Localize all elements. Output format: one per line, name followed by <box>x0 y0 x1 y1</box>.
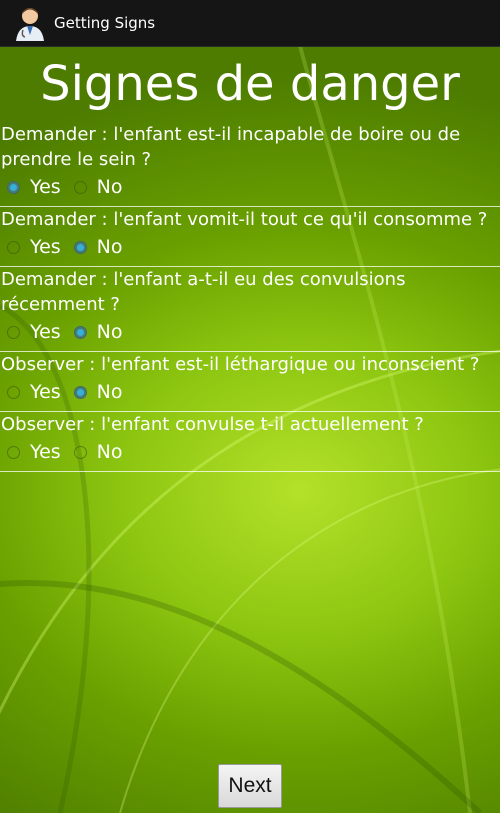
app-title: Getting Signs <box>54 14 156 32</box>
radio-group: Yes No <box>0 232 500 262</box>
radio-yes[interactable] <box>7 445 20 459</box>
radio-no[interactable] <box>73 240 87 254</box>
radio-group: Yes No <box>0 437 500 467</box>
radio-no-label[interactable]: No <box>97 176 123 198</box>
question-text: Demander : l'enfant a-t-il eu des convul… <box>1 269 406 315</box>
radio-no[interactable] <box>73 180 87 194</box>
next-button[interactable]: Next <box>218 764 282 808</box>
radio-yes[interactable] <box>7 385 20 399</box>
radio-no-label[interactable]: No <box>97 381 123 403</box>
question-item: Demander : l'enfant est-il incapable de … <box>0 122 500 207</box>
radio-group: Yes No <box>0 377 500 407</box>
radio-yes-label[interactable]: Yes <box>30 321 61 343</box>
radio-no-label[interactable]: No <box>97 236 123 258</box>
question-text: Observer : l'enfant est-il léthargique o… <box>1 354 480 375</box>
question-text: Observer : l'enfant convulse t-il actuel… <box>1 414 424 435</box>
doctor-avatar-icon[interactable] <box>10 3 50 43</box>
action-bar: Getting Signs <box>0 0 500 47</box>
radio-no[interactable] <box>73 325 87 339</box>
page-title: Signes de danger <box>40 56 460 112</box>
question-text: Demander : l'enfant est-il incapable de … <box>1 124 461 170</box>
radio-group: Yes No <box>0 172 500 202</box>
question-item: Demander : l'enfant a-t-il eu des convul… <box>0 267 500 352</box>
danger-signs-form: Signes de danger Demander : l'enfant est… <box>0 46 500 472</box>
radio-yes-label[interactable]: Yes <box>30 176 61 198</box>
radio-no-label[interactable]: No <box>97 321 123 343</box>
radio-group: Yes No <box>0 317 500 347</box>
radio-yes[interactable] <box>7 325 20 339</box>
question-item: Observer : l'enfant est-il léthargique o… <box>0 352 500 412</box>
radio-yes-label[interactable]: Yes <box>30 236 61 258</box>
radio-yes[interactable] <box>7 180 20 194</box>
radio-yes-label[interactable]: Yes <box>30 381 61 403</box>
radio-yes[interactable] <box>7 240 20 254</box>
question-item: Observer : l'enfant convulse t-il actuel… <box>0 412 500 472</box>
question-text: Demander : l'enfant vomit-il tout ce qu'… <box>1 209 488 230</box>
radio-no[interactable] <box>73 385 87 399</box>
question-item: Demander : l'enfant vomit-il tout ce qu'… <box>0 207 500 267</box>
radio-no-label[interactable]: No <box>97 441 123 463</box>
radio-yes-label[interactable]: Yes <box>30 441 61 463</box>
questions-list: Demander : l'enfant est-il incapable de … <box>0 122 500 472</box>
radio-no[interactable] <box>73 445 87 459</box>
